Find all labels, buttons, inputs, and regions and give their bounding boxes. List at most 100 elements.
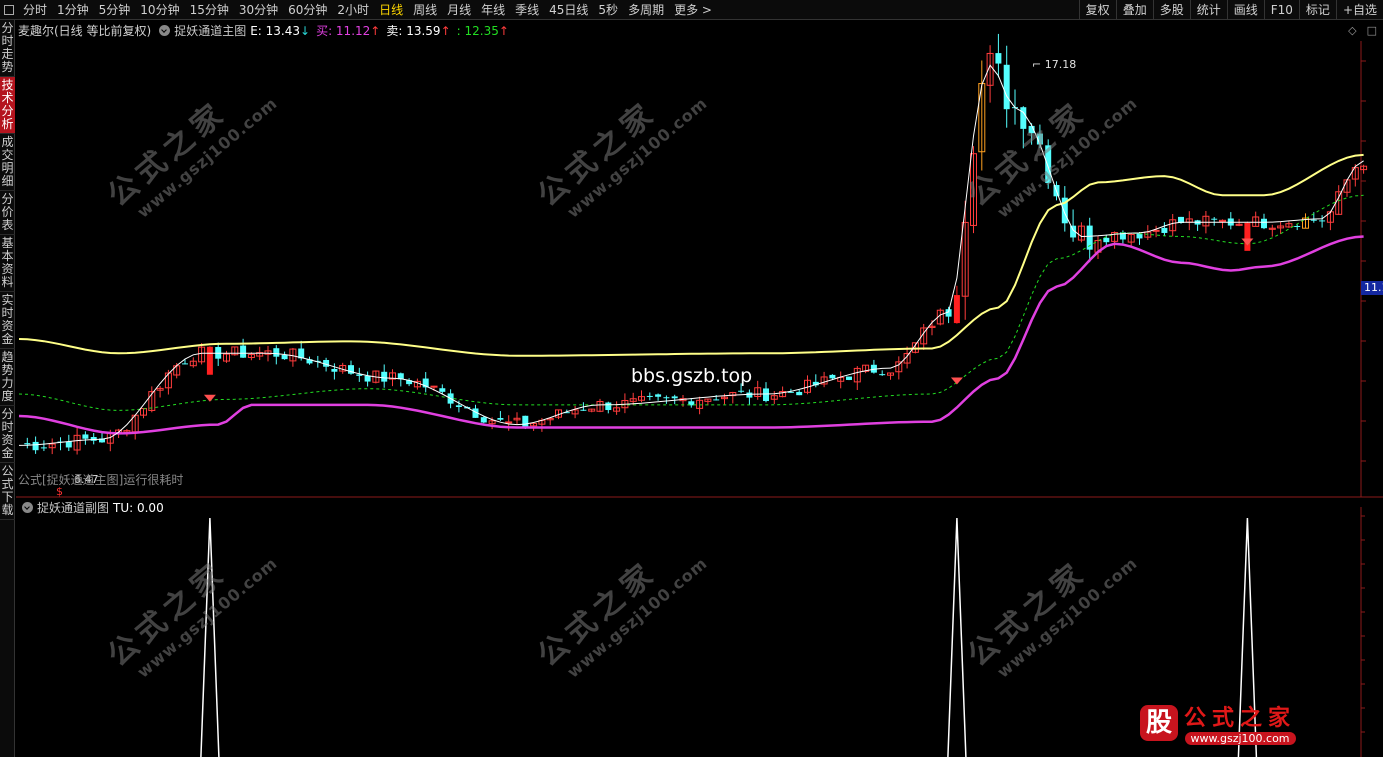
side-tab[interactable]: 实时资金 [0,292,15,349]
candle-body [1211,218,1218,220]
period-tab[interactable]: 更多 > [669,0,717,20]
legend-value: E: 13.43↓ [250,24,311,38]
sub-indicator-name[interactable]: 捉妖通道副图 [37,499,109,516]
buy-signal-marker [1241,238,1254,246]
tool-buttons: 复权 叠加 多股 统计 画线 F10 标记 +自选 [1078,0,1383,20]
candle-body [505,421,513,424]
candle-body [663,397,670,399]
candle-body [953,295,960,324]
candle-body [646,395,653,397]
candle-body [364,375,371,382]
side-tab[interactable]: 技术分析 [0,77,15,134]
period-tab[interactable]: 5分钟 [94,0,136,20]
max-price-label: ⌐ 17.18 [1032,58,1077,71]
candle-body [796,391,803,396]
candle-body [522,415,529,427]
candle-body [65,441,72,448]
candle-body [580,409,587,411]
window-icon[interactable] [0,0,18,20]
kline-chart[interactable]: $ 麦趣尔(日线 等比前复权) 捉妖通道主图 E: 13.43↓ 买: 11.12… [16,21,1383,757]
candle-body [480,417,487,423]
candle-body [1161,227,1168,233]
period-tab[interactable]: 季线 [510,0,544,20]
candle-body [240,345,247,358]
tool-button[interactable]: +自选 [1335,0,1383,20]
close-panel-icon[interactable]: □ [1367,24,1377,37]
period-tab[interactable]: 60分钟 [283,0,332,20]
sub-indicator-legend: 捉妖通道副图 TU: 0.00 [18,499,164,516]
candle-body [1003,64,1010,110]
diamond-icon[interactable]: ◇ [1348,24,1356,37]
period-tab[interactable]: 日线 [374,0,408,20]
tool-button[interactable]: 叠加 [1115,0,1153,20]
candle-body [713,399,720,401]
tool-button[interactable]: 画线 [1226,0,1264,20]
side-tab[interactable]: 分时资金 [0,406,15,463]
period-tab[interactable]: 5秒 [593,0,623,20]
side-tab[interactable]: 趋势力度 [0,349,15,406]
side-tab[interactable]: 公式下载 [0,463,15,520]
candle-body [846,376,852,380]
logo-name: 公式之家 [1184,706,1297,731]
candle-body [455,405,462,408]
tu-value: TU: 0.00 [113,500,164,515]
candle-body [746,392,753,398]
formula-note: 公式[捉妖通道主图]运行很耗时 [18,473,184,487]
candle-body [1103,237,1110,243]
period-tab[interactable]: 月线 [442,0,476,20]
side-tab[interactable]: 成交明细 [0,134,15,191]
candle-body [1244,222,1251,251]
side-tabs: 分时走势 技术分析 成交明细 分价表 基本资料 实时资金 趋势力度 分时资金 公式下载 [0,20,15,757]
side-tab[interactable]: 分时走势 [0,20,15,77]
candle-body [655,394,662,397]
candle-body [1261,218,1267,229]
indicator-menu-icon[interactable] [159,25,171,36]
tool-button[interactable]: F10 [1263,0,1299,20]
legend-value: : 12.35↑ [456,24,509,38]
candle-body [763,388,769,402]
candle-body [1310,219,1317,221]
period-toolbar: 分时 1分钟 5分钟 10分钟 15分钟 30分钟 60分钟 2小时 日线 周线 月线 年线 季线 45日… [0,0,1383,20]
side-tab[interactable]: 基本资料 [0,235,15,292]
period-tab[interactable]: 年线 [476,0,510,20]
tool-button[interactable]: 标记 [1298,0,1336,20]
tool-button[interactable]: 多股 [1152,0,1190,20]
period-tab[interactable]: 多周期 [623,0,669,20]
legend-values: E: 13.43↓ 买: 11.12↑ 卖: 13.59↑: 12.35↑ [250,22,515,39]
period-tab[interactable]: 1分钟 [52,0,94,20]
candle-body [829,374,836,379]
candle-body [206,346,213,375]
period-tab[interactable]: 周线 [408,0,442,20]
sell-line [18,153,1364,357]
candle-body [32,441,39,451]
candle-body [182,363,188,365]
candle-body [281,354,288,360]
period-tab[interactable]: 分时 [18,0,52,20]
site-logo: 股 公式之家 www.gszj100.com [1140,700,1296,745]
candle-body [995,53,1002,64]
candle-body [671,396,678,399]
stock-title: 麦趣尔(日线 等比前复权) [18,24,152,38]
period-tab[interactable]: 10分钟 [135,0,184,20]
candle-body [497,418,504,420]
current-price-tag: 11.1 [1361,281,1383,295]
legend-value: 卖: 13.59↑ [386,24,451,38]
tool-button[interactable]: 复权 [1078,0,1116,20]
period-tab[interactable]: 2小时 [332,0,374,20]
logo-badge: 股 [1140,704,1179,741]
candle-body [1319,220,1326,222]
candle-body [1294,225,1301,227]
tool-button[interactable]: 统计 [1189,0,1227,20]
side-tab[interactable]: 分价表 [0,191,15,235]
period-tabs: 分时 1分钟 5分钟 10分钟 15分钟 30分钟 60分钟 2小时 日线 周线 月线 年线 季线 45日… [18,0,717,20]
buy-signal-marker [950,377,963,385]
candle-body [331,368,338,372]
period-tab[interactable]: 30分钟 [234,0,283,20]
period-tab[interactable]: 15分钟 [185,0,234,20]
period-tab[interactable]: 45日线 [544,0,593,20]
candle-body [82,434,89,439]
main-indicator-name[interactable]: 捉妖通道主图 [174,22,246,39]
center-watermark-text: bbs.gszb.top [631,365,753,387]
candle-body [1152,229,1160,232]
sub-indicator-menu-icon[interactable] [22,502,33,513]
